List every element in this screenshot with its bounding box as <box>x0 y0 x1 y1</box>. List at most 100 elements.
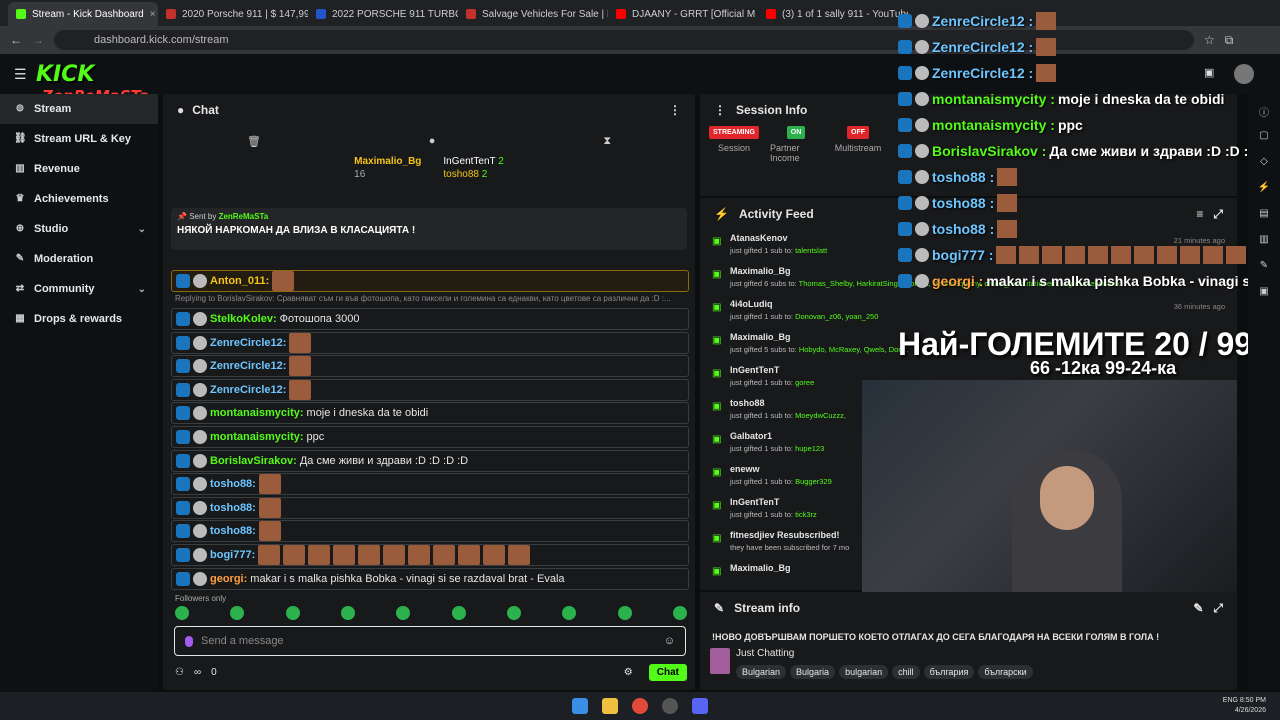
close-tab-icon[interactable]: × <box>150 9 156 20</box>
chat-username[interactable]: StelkoKolev: <box>210 313 277 325</box>
chat-username[interactable]: BorislavSirakov: <box>210 455 297 467</box>
file-explorer-icon[interactable] <box>602 698 618 714</box>
sidebar-item-moderation[interactable]: ✎ Moderation <box>0 244 158 274</box>
browser-tab[interactable]: 2022 PORSCHE 911 TURBO | E× <box>308 2 458 26</box>
users-icon[interactable]: ⚇ <box>175 667 184 678</box>
reply-context: Replying to BorislavSirakov: Сравняват с… <box>175 294 671 303</box>
overlay-username: ZenreCircle12 : <box>932 13 1034 29</box>
chat-settings-icon[interactable]: ⚙ <box>624 667 633 678</box>
chrome-icon[interactable] <box>632 698 648 714</box>
windows-start-icon[interactable] <box>572 698 588 714</box>
hamburger-icon[interactable]: ☰ <box>14 66 27 83</box>
activity-desc-text: just gifted 1 sub to: <box>730 411 793 420</box>
chat-username[interactable]: Anton_011: <box>210 275 269 287</box>
browser-tab[interactable]: Stream - Kick Dashboard × <box>8 2 158 26</box>
quick-emote-icon[interactable] <box>562 606 577 620</box>
stream-tag[interactable]: bulgarian <box>839 665 889 679</box>
tool-icon-7[interactable]: ✎ <box>1256 260 1272 276</box>
overlay-avatar-icon <box>915 92 929 106</box>
stream-tag[interactable]: българия <box>923 665 975 679</box>
chat-menu-icon[interactable]: ⋮ <box>669 103 681 117</box>
back-icon[interactable]: ← <box>10 33 22 47</box>
emoji-icon[interactable]: ☺ <box>664 635 675 647</box>
sidebar-item-community[interactable]: ⇄ Community ⌄ <box>0 274 158 304</box>
browser-tab[interactable]: (3) 1 of 1 sally 911 - YouTube× <box>758 2 908 26</box>
quick-emote-icon[interactable] <box>175 606 189 620</box>
chat-message: bogi777: <box>171 543 689 566</box>
sidebar-item-stream[interactable]: ⊚ Stream <box>0 94 158 124</box>
infinity-icon[interactable]: ∞ <box>194 667 201 678</box>
activity-desc-text: just gifted 1 sub to: <box>730 312 793 321</box>
mic-icon[interactable] <box>185 635 193 647</box>
stream-tag[interactable]: Bulgaria <box>790 665 836 679</box>
overlay-chat-line: tosho88 : <box>898 216 1280 242</box>
stream-tag[interactable]: chill <box>892 665 920 679</box>
chat-username[interactable]: ZenreCircle12: <box>210 337 286 349</box>
activity-recipients: talentslatt <box>795 246 828 255</box>
session-title: Session Info <box>736 103 808 117</box>
emote-image <box>258 497 281 518</box>
chat-username[interactable]: montanaismycity: <box>210 407 304 419</box>
chat-username[interactable]: tosho88: <box>210 502 256 514</box>
info-icon[interactable]: ⓘ <box>1256 104 1272 120</box>
edit-icon[interactable]: ✎ <box>1193 601 1203 615</box>
chat-username[interactable]: bogi777: <box>210 549 255 561</box>
browser-tab[interactable]: Salvage Vehicles For Sale | IAA× <box>458 2 608 26</box>
quick-emote-icon[interactable] <box>285 606 300 620</box>
chat-input[interactable]: Send a message ☺ <box>174 626 686 656</box>
tool-icon-2[interactable]: ▢ <box>1256 130 1272 146</box>
hourglass-icon[interactable]: ⧗ <box>603 135 611 148</box>
chat-username[interactable]: tosho88: <box>210 478 256 490</box>
chat-username[interactable]: tosho88: <box>210 525 256 537</box>
stream-title: !НОВО ДОВЪРШВАМ ПОРШЕТО КОЕТО ОТЛАГАХ ДО… <box>712 632 1160 642</box>
tool-icon-5[interactable]: ▤ <box>1256 208 1272 224</box>
sidebar-item-studio[interactable]: ⊕ Studio ⌄ <box>0 214 158 244</box>
chat-username[interactable]: ZenreCircle12: <box>210 360 286 372</box>
activity-desc-text: just gifted 1 sub to: <box>730 444 793 453</box>
globe-icon: ⊕ <box>15 223 25 234</box>
browser-tab[interactable]: 2020 Porsche 911 | $ 147,995 |× <box>158 2 308 26</box>
emote-image <box>289 356 312 377</box>
chevron-down-icon[interactable]: ⌄ <box>138 224 146 235</box>
quick-emote-icon[interactable] <box>506 606 521 620</box>
chevron-down-icon[interactable]: ⌄ <box>138 284 146 295</box>
quick-emote-icon[interactable] <box>230 606 245 620</box>
chat-text: Фотошопа 3000 <box>279 313 360 325</box>
speech-icon[interactable]: ● <box>429 135 436 147</box>
sidebar-item-revenue[interactable]: ▥ Revenue <box>0 154 158 184</box>
tool-icon-8[interactable]: ▣ <box>1256 286 1272 302</box>
activity-time: 36 minutes ago <box>1173 302 1225 311</box>
forward-icon[interactable]: → <box>32 33 44 47</box>
sidebar-item-drops-rewards[interactable]: ▦ Drops & rewards <box>0 304 158 334</box>
obs-icon[interactable] <box>662 698 678 714</box>
tool-icon-6[interactable]: ▥ <box>1256 234 1272 250</box>
browser-tab[interactable]: DJAANY - GRRT [Official M× <box>608 2 758 26</box>
trash-icon[interactable]: 🗑 <box>247 135 261 148</box>
pin-icon[interactable]: 📌 <box>177 212 189 221</box>
quick-emote-icon[interactable] <box>396 606 411 620</box>
tool-icon-4[interactable]: ⚡ <box>1256 182 1272 198</box>
user-badge-icon <box>176 274 190 288</box>
sidebar-item-label: Drops & rewards <box>34 313 123 325</box>
expand-icon[interactable]: ⤢ <box>1213 601 1223 616</box>
tool-icon-3[interactable]: ◇ <box>1256 156 1272 172</box>
category-name[interactable]: Just Chatting <box>736 648 1033 659</box>
quick-emote-icon[interactable] <box>451 606 466 620</box>
chat-username[interactable]: georgi: <box>210 573 247 585</box>
quick-emote-icon[interactable] <box>340 606 355 620</box>
stream-tag[interactable]: български <box>978 665 1033 679</box>
sidebar-item-stream-url-key[interactable]: ⛓ Stream URL & Key <box>0 124 158 154</box>
chat-text: moje i dneska da te obidi <box>306 407 429 420</box>
tab-favicon-icon <box>466 9 476 19</box>
discord-icon[interactable] <box>692 698 708 714</box>
quick-emote-icon[interactable] <box>672 606 687 620</box>
chat-message: ZenreCircle12: <box>171 355 689 378</box>
overlay-emote-image <box>1134 246 1155 264</box>
chat-username[interactable]: ZenreCircle12: <box>210 384 286 396</box>
send-chat-button[interactable]: Chat <box>648 663 687 681</box>
sidebar-item-achievements[interactable]: ♛ Achievements <box>0 184 158 214</box>
stream-tag[interactable]: Bulgarian <box>736 665 787 679</box>
chat-username[interactable]: montanaismycity: <box>210 431 304 443</box>
quick-emote-icon[interactable] <box>617 606 632 620</box>
tray-date: 4/26/2026 <box>1234 707 1266 714</box>
